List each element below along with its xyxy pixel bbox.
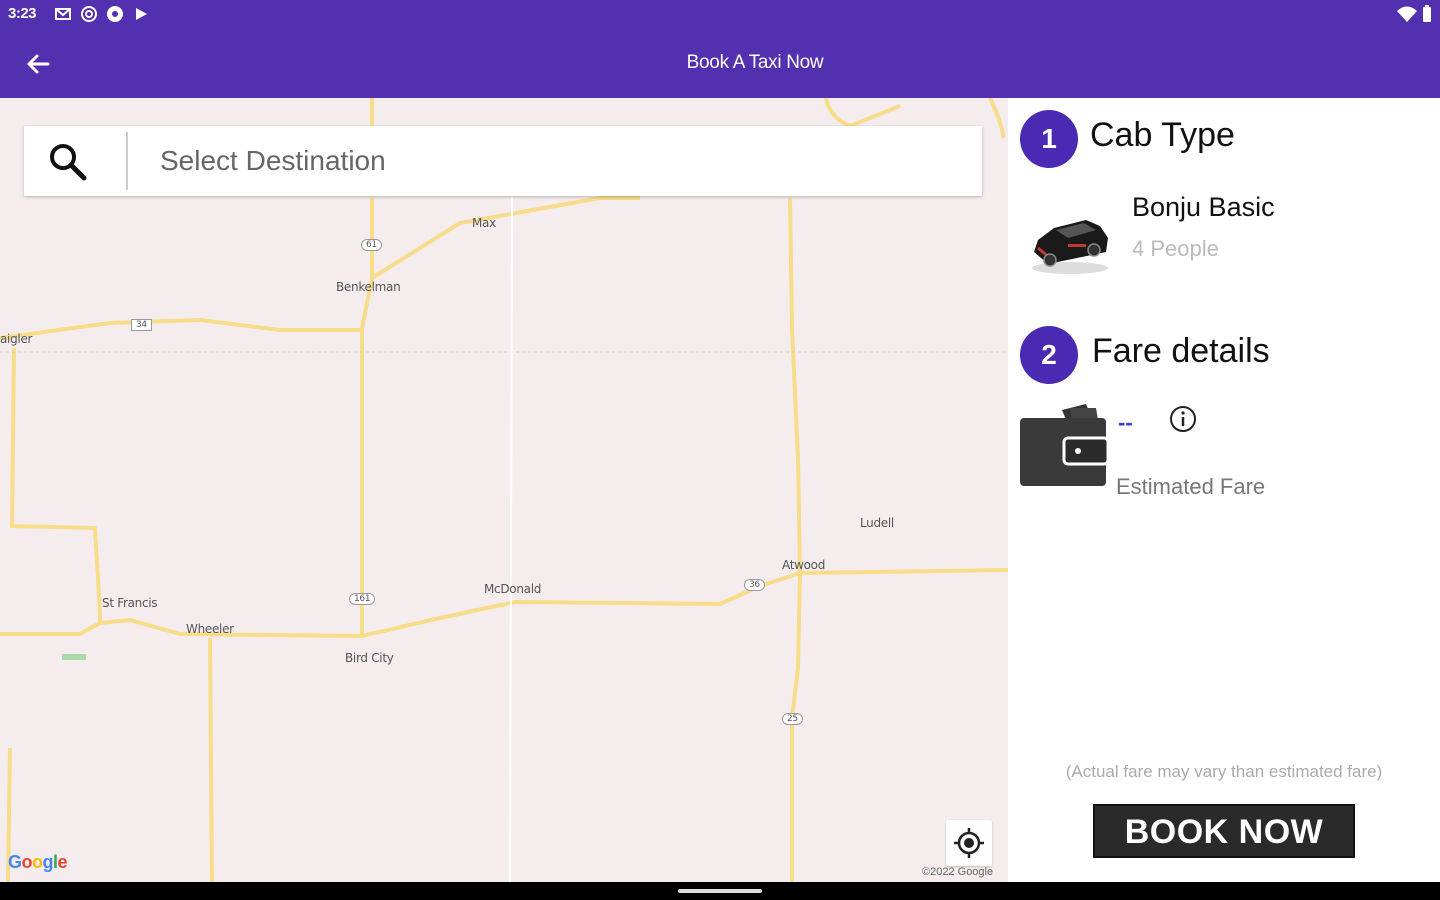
book-now-button[interactable]: BOOK NOW xyxy=(1093,804,1355,858)
search-icon[interactable] xyxy=(46,140,88,182)
taxi-booking-screen: 3:23 Book A Taxi Now Max Benkelman aigle… xyxy=(0,0,1440,900)
wallet-icon xyxy=(1020,404,1110,486)
battery-icon xyxy=(1423,5,1431,22)
fare-details-title: Fare details xyxy=(1092,332,1270,370)
map-label-haigler: aigler xyxy=(0,332,33,346)
gmail-icon xyxy=(55,8,71,20)
map-roads xyxy=(0,98,1008,882)
estimated-fare-label: Estimated Fare xyxy=(1116,474,1266,499)
navigation-bar xyxy=(0,882,1440,900)
at-icon xyxy=(81,6,97,22)
map-label-st-francis: St Francis xyxy=(102,596,158,610)
my-location-button[interactable] xyxy=(946,820,992,866)
system-icons xyxy=(1396,5,1432,23)
route-shield-36: 36 xyxy=(744,579,765,591)
destination-input[interactable] xyxy=(136,136,966,186)
wifi-icon xyxy=(1397,6,1417,22)
car-icon[interactable] xyxy=(1028,208,1112,278)
route-shield-25: 25 xyxy=(782,713,803,725)
route-shield-161: 161 xyxy=(349,593,376,605)
route-shield-34: 34 xyxy=(131,319,152,331)
map-label-benkelman: Benkelman xyxy=(336,280,401,294)
step-badge-2: 2 xyxy=(1020,326,1078,384)
route-shield-61: 61 xyxy=(361,239,382,251)
page-title: Book A Taxi Now xyxy=(686,52,824,73)
map-label-mcdonald: McDonald xyxy=(484,582,542,596)
play-icon xyxy=(136,8,147,20)
notification-icons xyxy=(54,5,150,23)
home-gesture-handle[interactable] xyxy=(678,889,762,893)
map-label-bird-city: Bird City xyxy=(345,651,394,665)
map-copyright: ©2022 Google xyxy=(922,866,994,878)
google-logo: Google xyxy=(8,852,68,872)
booking-panel: 1 Cab Type Bonju Basic 4 People 2 Fare d… xyxy=(1008,98,1440,882)
app-bar: Book A Taxi Now xyxy=(0,28,1440,98)
map-label-ludell: Ludell xyxy=(860,516,894,530)
step-badge-1: 1 xyxy=(1020,110,1078,168)
map-label-atwood: Atwood xyxy=(782,558,826,572)
fare-disclaimer: (Actual fare may vary than estimated far… xyxy=(1065,762,1383,781)
status-time: 3:23 xyxy=(8,5,37,22)
cab-name: Bonju Basic xyxy=(1132,192,1275,222)
soccer-icon xyxy=(107,6,123,22)
crosshair-icon xyxy=(954,828,984,858)
info-icon[interactable] xyxy=(1168,404,1198,434)
cab-type-title: Cab Type xyxy=(1090,116,1235,154)
map-label-max: Max xyxy=(472,216,496,230)
map-view[interactable]: Max Benkelman aigler St Francis Wheeler … xyxy=(0,98,1008,882)
map-label-wheeler: Wheeler xyxy=(186,622,234,636)
status-bar: 3:23 xyxy=(0,0,1440,28)
cab-capacity: 4 People xyxy=(1132,236,1219,261)
search-divider xyxy=(126,132,128,190)
destination-search-box xyxy=(24,126,982,196)
fare-value: -- xyxy=(1118,410,1133,435)
